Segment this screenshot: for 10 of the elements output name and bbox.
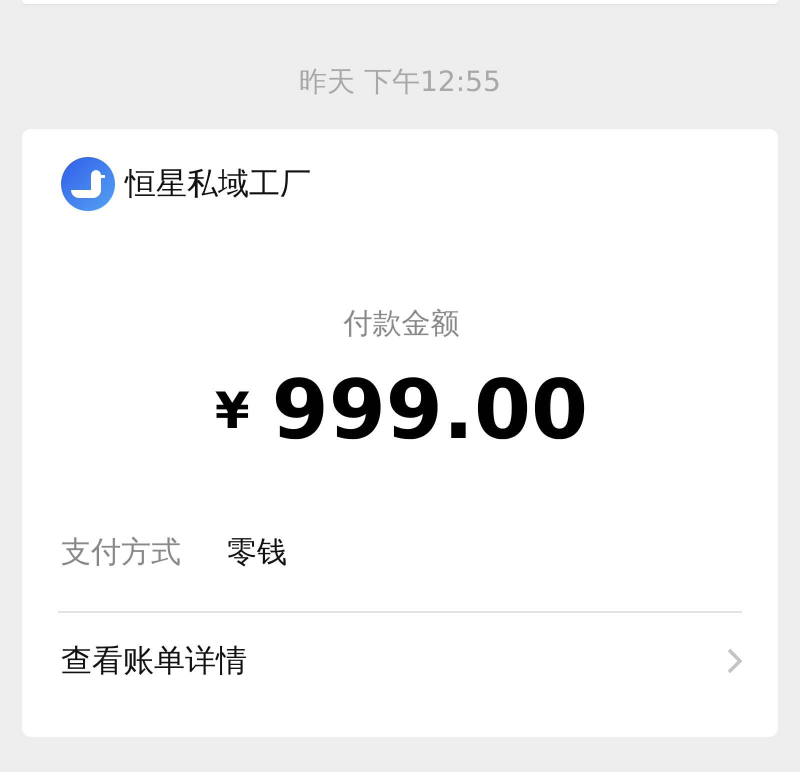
goose-logo-icon: [61, 157, 115, 211]
bill-details-link[interactable]: 查看账单详情: [61, 640, 247, 682]
timestamp: 昨天 下午12:55: [299, 64, 501, 100]
detail-value: 零钱: [227, 534, 287, 572]
detail-label: 支付方式: [61, 534, 181, 572]
merchant-name: 恒星私域工厂: [125, 165, 311, 204]
amount-label: 付款金额: [344, 305, 460, 342]
payment-amount: 999.00: [272, 362, 588, 460]
chevron-icon[interactable]: [726, 647, 744, 675]
currency-symbol: ¥: [214, 382, 250, 440]
